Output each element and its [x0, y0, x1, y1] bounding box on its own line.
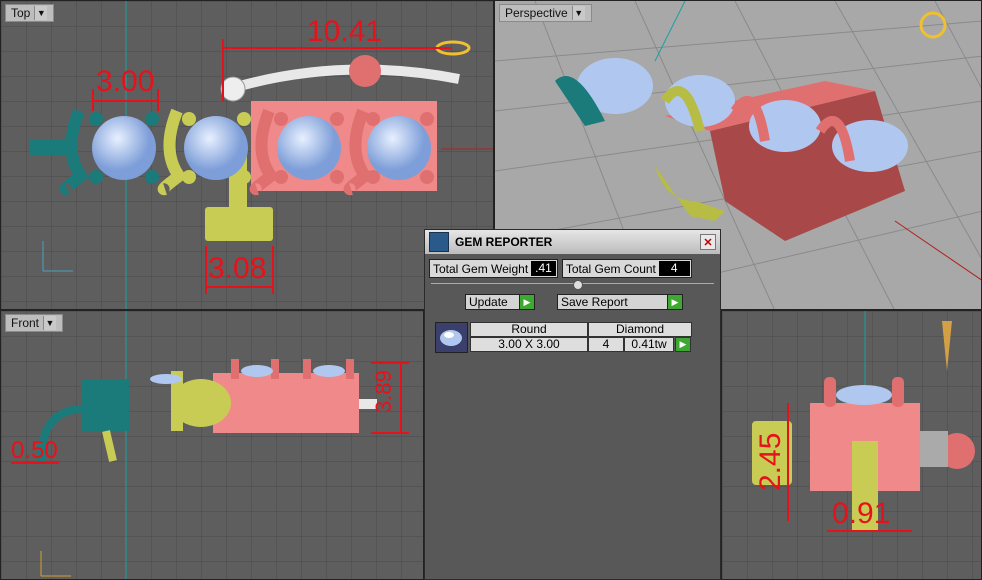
dimension-label: 2.45: [754, 432, 787, 491]
go-arrow-icon: ▶: [519, 295, 534, 309]
viewport-label-perspective[interactable]: Perspective ▼: [499, 4, 592, 22]
dimension-label: 0.50: [11, 437, 58, 464]
total-gem-weight-value: .41: [531, 261, 556, 276]
slider[interactable]: [431, 280, 714, 290]
gem-reporter-panel: GEM REPORTER ✕ Total Gem Weight .41 Tota…: [424, 229, 721, 580]
dropdown-arrow-icon[interactable]: ▼: [571, 6, 585, 20]
header-shape: Round: [470, 322, 588, 337]
close-icon[interactable]: ✕: [700, 234, 716, 250]
cell-size: 3.00 X 3.00: [470, 337, 588, 352]
dropdown-arrow-icon[interactable]: ▼: [43, 316, 57, 330]
front-view-canvas: [1, 311, 423, 579]
cell-count: 4: [588, 337, 624, 352]
panel-title: GEM REPORTER: [455, 235, 553, 249]
total-gem-weight: Total Gem Weight .41: [429, 259, 558, 278]
viewport-label-top[interactable]: Top ▼: [5, 4, 55, 22]
go-arrow-icon: ▶: [667, 295, 682, 309]
bail: [205, 207, 273, 241]
go-arrow-icon[interactable]: ▶: [675, 337, 691, 352]
save-report-button[interactable]: Save Report ▶: [557, 294, 683, 310]
gem-reporter-icon: [429, 232, 449, 252]
cell-weight: 0.41tw: [624, 337, 674, 352]
gem-thumbnail-icon[interactable]: [435, 322, 468, 353]
dimension-label: 0.91: [832, 497, 891, 530]
viewport-right[interactable]: 2.45 0.91: [721, 310, 982, 580]
slider-knob[interactable]: [573, 280, 583, 290]
viewport-label-front[interactable]: Front ▼: [5, 314, 64, 332]
dimension-label: 3.89: [371, 370, 396, 413]
dimension-label: 3.00: [96, 65, 155, 98]
dropdown-arrow-icon[interactable]: ▼: [34, 6, 48, 20]
total-gem-count-value: 4: [658, 261, 690, 276]
header-material: Diamond: [588, 322, 692, 337]
dimension-label: 3.08: [208, 252, 267, 285]
title-bar[interactable]: GEM REPORTER ✕: [425, 230, 720, 254]
gem-table: Round Diamond 3.00 X 3.00 4 0.41tw ▶: [435, 322, 693, 353]
viewport-front[interactable]: Front ▼ 0.50 3.89: [0, 310, 424, 580]
viewport-top[interactable]: Top ▼ 10.41 3.00 3.08: [0, 0, 494, 310]
dimension-label: 10.41: [307, 15, 383, 48]
total-gem-count: Total Gem Count 4: [561, 259, 692, 278]
update-button[interactable]: Update ▶: [465, 294, 535, 310]
